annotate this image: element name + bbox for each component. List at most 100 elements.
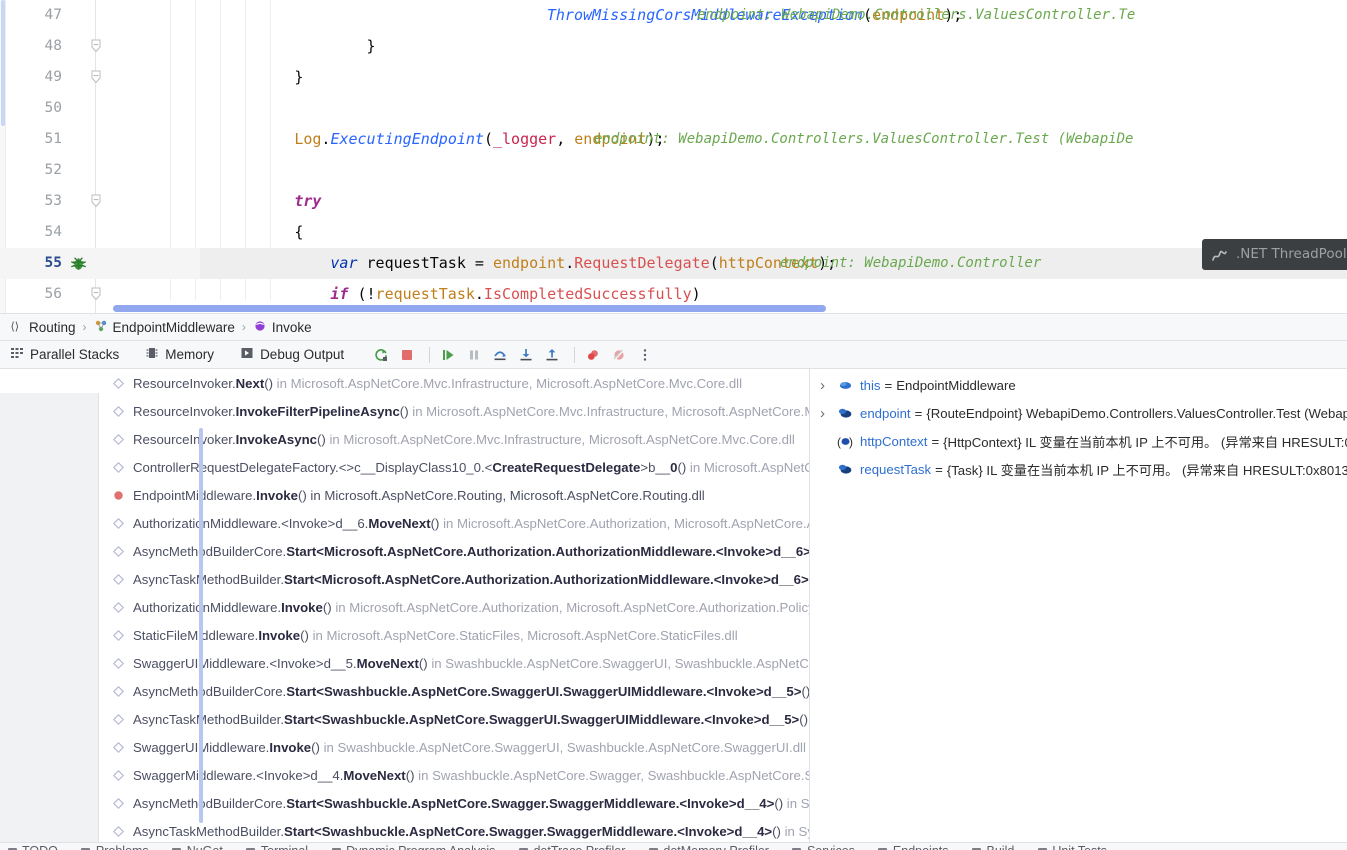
code-fold-icon[interactable] [90,70,102,85]
call-stack-row[interactable]: AsyncMethodBuilderCore.Start<Swashbuckle… [99,789,809,817]
code-line-text[interactable]: } [294,62,303,93]
code-line-text[interactable]: try [294,186,321,217]
variable-row[interactable]: () httpContext = {HttpContext} IL 变量在当前本机 I… [810,427,1347,455]
call-stack-row[interactable]: AsyncTaskMethodBuilder.Start<Microsoft.A… [99,565,809,593]
status-bar-item[interactable]: Endpoints [877,843,949,850]
call-stack-row[interactable]: ResourceInvoker.InvokeFilterPipelineAsyn… [99,397,809,425]
editor-line-row[interactable]: 52 [0,155,1347,186]
editor-line-row[interactable]: 54 { [0,217,1347,248]
status-bar-item[interactable]: TODO [6,843,58,850]
status-bar-item[interactable]: Problems [80,843,149,850]
tab-parallel-stacks[interactable]: Parallel Stacks [10,346,119,363]
call-stack-row[interactable]: SwaggerUIMiddleware.Invoke() in Swashbuc… [99,733,809,761]
chevron-right-icon[interactable]: › [820,377,834,394]
tab-debug-output[interactable]: Debug Output [240,346,344,363]
editor-line-row[interactable]: 53 try [0,186,1347,217]
status-bar-item[interactable]: dotMemory Profiler [647,843,769,850]
call-stack-row[interactable]: SwaggerUIMiddleware.<Invoke>d__5.MoveNex… [99,649,809,677]
call-stack-row[interactable]: AuthorizationMiddleware.Invoke() in Micr… [99,593,809,621]
breadcrumb[interactable]: ⟨⟩ Routing › EndpointMiddleware › Invoke [0,313,1347,341]
step-into-button[interactable] [515,344,537,366]
status-bar-item[interactable]: Terminal [245,843,308,850]
editor-line-row[interactable]: 50 [0,93,1347,124]
status-bar-label: dotTrace Profiler [533,844,625,850]
memory-icon [145,346,159,363]
call-stack-frame-label: AsyncTaskMethodBuilder.Start<Swashbuckle… [133,712,809,727]
status-bar-item[interactable]: dotTrace Profiler [517,843,625,850]
call-stack-row[interactable]: SwaggerMiddleware.<Invoke>d__4.MoveNext(… [99,761,809,789]
chevron-right-icon[interactable]: › [820,405,834,422]
status-bar[interactable]: TODO Problems NuGet Terminal Dynamic Program… [0,842,1347,850]
pause-button[interactable] [463,344,485,366]
call-stack-row[interactable]: AsyncMethodBuilderCore.Start<Microsoft.A… [99,537,809,565]
call-stack-row[interactable]: AsyncTaskMethodBuilder.Start<Swashbuckle… [99,705,809,733]
code-token: ExecutingEndpoint [330,130,484,148]
code-fold-icon[interactable] [90,194,102,209]
frame-text-part: AsyncMethodBuilderCore. [133,795,287,811]
code-token: ( [483,130,493,148]
code-fold-icon[interactable] [90,287,102,302]
breakpoint-bug-icon[interactable] [70,255,87,272]
debug-toolbar[interactable]: Parallel Stacks Memory Debug Output [0,341,1347,369]
variable-row[interactable]: requestTask = {Task} IL 变量在当前本机 IP 上不可用。 (… [810,455,1347,483]
line-number: 50 [44,100,62,116]
variable-value: {HttpContext} IL 变量在当前本机 IP 上不可用。 (异常来自 … [943,434,1347,450]
ide-debugger-window: 47 ThrowMissingCorsMiddlewareException(en… [0,0,1347,850]
call-stack-row[interactable]: AsyncMethodBuilderCore.Start<Swashbuckle… [99,677,809,705]
variable-row[interactable]: › this = EndpointMiddleware [810,371,1347,399]
call-stack-row-selected[interactable]: EndpointMiddleware.Invoke() in Microsoft… [99,481,809,509]
code-fold-icon[interactable] [90,39,102,54]
call-stack-row[interactable]: ControllerRequestDelegateFactory.<>c__Di… [99,453,809,481]
more-options-button[interactable] [634,344,656,366]
code-token: ) [691,285,701,303]
frame-diamond-icon [111,628,126,643]
breadcrumb-item-endpointmiddleware[interactable]: EndpointMiddleware [94,319,235,336]
mute-breakpoints-button[interactable] [608,344,630,366]
call-stack-frame-label: AsyncTaskMethodBuilder.Start<Microsoft.A… [133,572,809,587]
breadcrumb-item-routing[interactable]: ⟨⟩ Routing [10,319,76,336]
variable-name: endpoint [860,405,911,421]
tab-memory[interactable]: Memory [145,346,214,363]
view-breakpoints-button[interactable] [582,344,604,366]
status-bar-item[interactable]: Unit Tests [1036,843,1107,850]
code-token: Log [294,130,322,148]
editor-horizontal-scrollbar[interactable] [113,305,826,312]
call-stack-row[interactable]: AsyncTaskMethodBuilder.Start<Swashbuckle… [99,817,809,842]
frame-diamond-icon [111,656,126,671]
code-line-text[interactable]: { [294,217,303,248]
variable-name: httpContext [860,433,928,449]
step-out-button[interactable] [541,344,563,366]
call-stack-scrollbar[interactable] [199,428,203,823]
call-stack-frame-label: ControllerRequestDelegateFactory.<>c__Di… [133,460,809,475]
status-bar-item[interactable]: Services [791,843,855,850]
call-stack-panel[interactable]: ResourceInvoker.Next() in Microsoft.AspN… [99,369,810,842]
rerun-button[interactable] [370,344,392,366]
editor-line-row[interactable]: 48} [0,31,1347,62]
call-stack-row[interactable]: ResourceInvoker.Next() in Microsoft.AspN… [99,369,809,397]
call-stack-frame-label: ResourceInvoker.InvokeAsync() in Microso… [133,432,795,447]
resume-button[interactable] [437,344,459,366]
stop-button[interactable] [396,344,418,366]
status-bar-item[interactable]: NuGet [171,843,223,850]
call-stack-row[interactable]: StaticFileMiddleware.Invoke() in Microso… [99,621,809,649]
variables-panel[interactable]: › this = EndpointMiddleware › endpoint = {Route… [810,369,1347,842]
code-token: if [330,285,349,303]
editor-line-row[interactable]: 51 Log.ExecutingEndpoint(_logger, endpoin… [0,124,1347,155]
editor-line-row[interactable]: 47 ThrowMissingCorsMiddlewareException(en… [0,0,1347,31]
code-line-text[interactable]: } [366,31,375,62]
code-token: } [294,68,304,86]
code-line-text[interactable]: var requestTask = endpoint.RequestDelega… [330,248,836,279]
editor-line-row[interactable]: 55 var requestTask = endpoint.RequestDele… [0,248,1347,279]
frame-text-part: in Syste [784,823,809,839]
status-bar-item[interactable]: Build [971,843,1014,850]
call-stack-row[interactable]: AuthorizationMiddleware.<Invoke>d__6.Mov… [99,509,809,537]
breadcrumb-item-invoke[interactable]: Invoke [253,319,312,336]
editor-line-row[interactable]: 49} [0,62,1347,93]
breadcrumb-label: EndpointMiddleware [112,319,235,335]
call-stack-row[interactable]: ResourceInvoker.InvokeAsync() in Microso… [99,425,809,453]
code-editor[interactable]: 47 ThrowMissingCorsMiddlewareException(en… [0,0,1347,313]
step-over-button[interactable] [489,344,511,366]
line-number: 49 [44,69,62,85]
variable-row[interactable]: › endpoint = {RouteEndpoint} WebapiDemo.Con… [810,399,1347,427]
status-bar-item[interactable]: Dynamic Program Analysis [330,843,495,850]
